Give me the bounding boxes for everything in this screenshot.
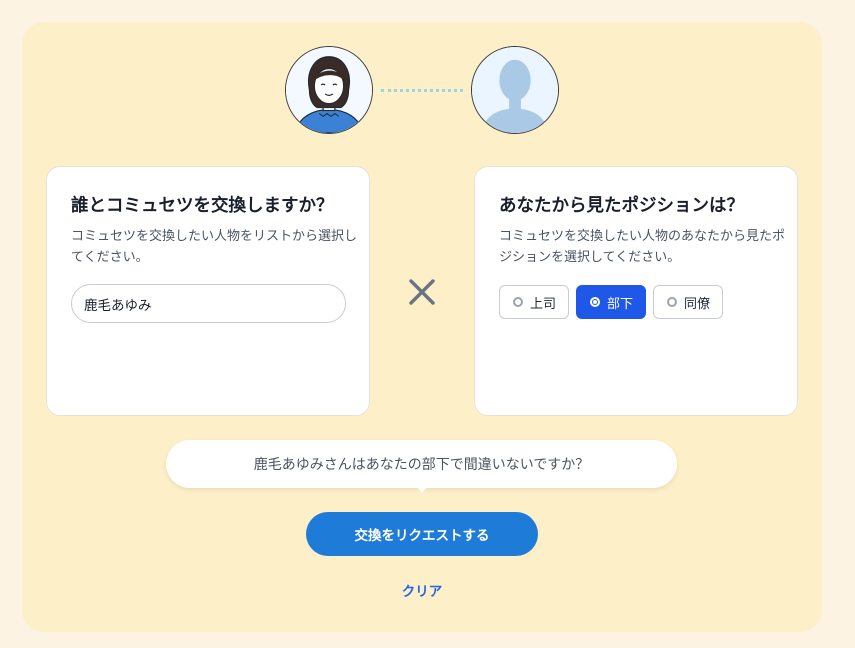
position-option-subordinate[interactable]: 部下 (576, 285, 646, 319)
position-option-boss[interactable]: 上司 (499, 285, 569, 319)
person-illustration-icon (286, 47, 372, 133)
partner-card-description: コミュセツを交換したい人物をリストから選択してください。 (71, 229, 358, 265)
partner-card-title: 誰とコミュセツを交換しますか？ (71, 196, 334, 216)
position-card-description: コミュセツを交換したい人物のあなたから見たポジションを選択してください。 (499, 229, 786, 265)
partner-avatar (471, 46, 559, 134)
self-avatar (285, 46, 373, 134)
times-icon (409, 279, 435, 305)
request-exchange-button[interactable]: 交換をリクエストする (306, 512, 538, 556)
position-option-colleague[interactable]: 同僚 (653, 285, 723, 319)
radio-checked-icon (590, 297, 600, 307)
radio-circle-icon (667, 297, 677, 307)
avatar-connector (381, 89, 463, 92)
position-radio-group: 上司 部下 同僚 (499, 285, 723, 319)
confirmation-text: 鹿毛あゆみさんはあなたの部下で間違いないですか？ (253, 457, 590, 473)
person-silhouette-icon (472, 47, 558, 133)
position-option-label: 上司 (530, 296, 557, 312)
radio-circle-icon (513, 297, 523, 307)
partner-name-input[interactable] (71, 284, 346, 323)
position-card-title: あなたから見たポジションは？ (499, 196, 744, 216)
position-option-label: 同僚 (684, 296, 711, 312)
clear-link[interactable]: クリア (380, 580, 464, 600)
position-select-card: あなたから見たポジションは？ コミュセツを交換したい人物のあなたから見たポジショ… (474, 166, 798, 416)
partner-select-card: 誰とコミュセツを交換しますか？ コミュセツを交換したい人物をリストから選択してく… (46, 166, 370, 416)
confirmation-bubble: 鹿毛あゆみさんはあなたの部下で間違いないですか？ (166, 440, 677, 488)
bubble-tail (416, 486, 428, 493)
position-option-label: 部下 (607, 296, 634, 312)
